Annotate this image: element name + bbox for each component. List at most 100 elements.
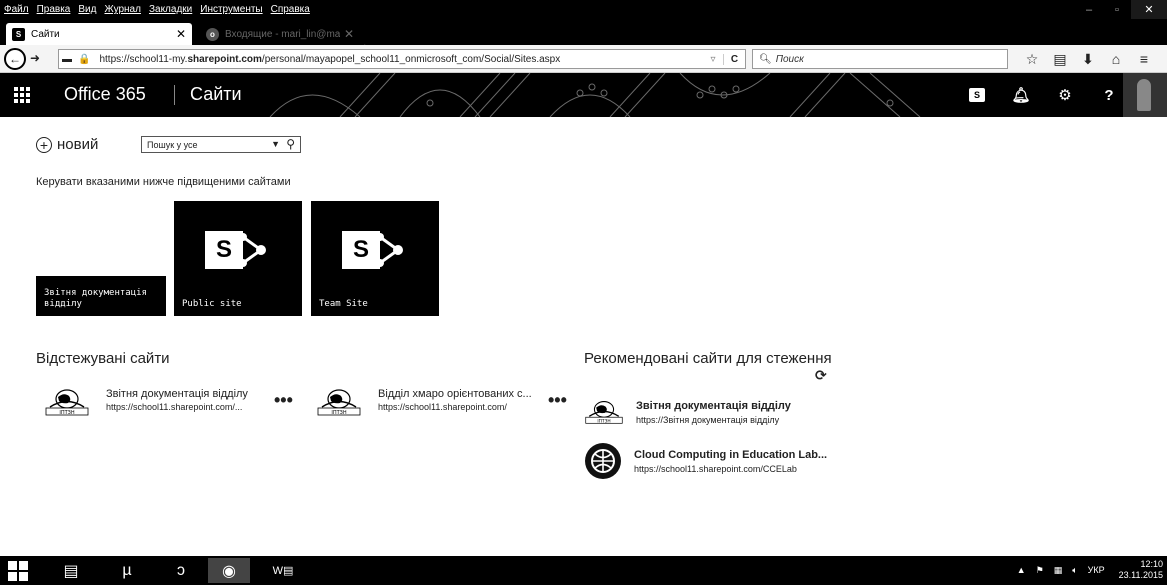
file-explorer-icon[interactable]: ▤ — [50, 558, 92, 583]
tab-title: Входящие - mari_lin@mai... — [225, 28, 340, 40]
site-title[interactable]: Звітня документація відділу — [106, 388, 248, 400]
globe-logo-icon: ІПТЗН — [317, 389, 361, 416]
chevron-down-icon[interactable]: ▼ — [271, 139, 280, 149]
sharepoint-icon[interactable]: S — [955, 83, 999, 107]
tab-sites[interactable]: S Сайти ✕ — [6, 23, 192, 45]
sharepoint-favicon-icon: S — [12, 27, 25, 41]
promoted-tile-team-site[interactable]: S Team Site — [311, 201, 439, 316]
tile-label: Звітня документація відділу — [44, 288, 147, 309]
recommended-site-item[interactable]: Cloud Computing in Education Lab... http… — [584, 442, 827, 480]
site-title[interactable]: Звітня документація відділу — [636, 400, 791, 412]
window-controls: – ▫ ✕ — [1075, 0, 1167, 19]
page-title[interactable]: Сайти — [190, 84, 242, 105]
bookmarks-icon[interactable]: ▬ — [62, 54, 72, 65]
search-placeholder: Пошук у усе — [147, 139, 198, 150]
menu-help[interactable]: Справка — [267, 4, 314, 15]
menu-bar: Файл Правка Вид Журнал Закладки Инструме… — [0, 0, 1167, 19]
site-title[interactable]: Відділ хмаро орієнтованих с... — [378, 388, 532, 400]
app-launcher-icon[interactable] — [14, 87, 30, 103]
browser-search-input[interactable]: 🔍︎ Поиск — [752, 49, 1008, 69]
address-bar[interactable]: ▬ 🔒 https://school11-my.sharepoint.com/p… — [58, 49, 746, 69]
home-icon[interactable]: ⌂ — [1102, 49, 1130, 69]
menu-edit[interactable]: Правка — [33, 4, 75, 15]
suite-bar-icons: S 🔔︎ ⚙ ? — [955, 83, 1131, 107]
url-text: https://school11-my.sharepoint.com/perso… — [99, 53, 561, 65]
search-input[interactable]: Пошук у усе ▼ ⚲ — [141, 136, 301, 153]
site-title[interactable]: Cloud Computing in Education Lab... — [634, 449, 827, 461]
clipboard-icon[interactable]: ▤ — [1046, 49, 1074, 69]
gear-icon[interactable]: ⚙ — [1043, 83, 1087, 107]
download-icon[interactable]: ⬇ — [1074, 49, 1102, 69]
windows-start-icon[interactable] — [8, 561, 28, 581]
tile-label: Public site — [182, 299, 242, 309]
more-options-icon[interactable]: ••• — [274, 390, 293, 411]
menu-view[interactable]: Вид — [74, 4, 100, 15]
site-url: https://school11.sharepoint.com/CCELab — [634, 463, 797, 474]
navigation-bar: ← ➜ ▬ 🔒 https://school11-my.sharepoint.c… — [0, 45, 1167, 73]
reload-icon[interactable]: C — [723, 53, 745, 65]
search-icon[interactable]: ⚲ — [286, 137, 295, 151]
forward-icon[interactable]: ➜ — [30, 51, 40, 65]
bell-icon[interactable]: 🔔︎ — [999, 83, 1043, 107]
tab-bar: S Сайти ✕ o Входящие - mari_lin@mai... ✕… — [0, 19, 1167, 58]
tab-inbox[interactable]: o Входящие - mari_lin@mai... ✕ — [200, 23, 360, 45]
svg-text:ІПТЗН: ІПТЗН — [59, 410, 74, 416]
menu-icon[interactable]: ≡ — [1130, 49, 1158, 69]
network-icon[interactable]: ▦ — [1054, 565, 1063, 576]
plus-circle-icon: + — [36, 136, 52, 153]
site-url: https://school11.sharepoint.com/ — [378, 402, 507, 412]
flag-icon[interactable]: ⚑ — [1036, 565, 1044, 576]
recommended-sites-heading: Рекомендовані сайти для стеження — [584, 350, 832, 367]
word-icon[interactable]: W ▤ — [262, 558, 304, 583]
language-indicator[interactable]: УКР — [1088, 565, 1105, 575]
promoted-tile-reports[interactable]: Звітня документація відділу — [36, 276, 166, 316]
svg-text:ІПТЗН: ІПТЗН — [597, 418, 610, 424]
utorrent-icon[interactable]: µ — [106, 558, 148, 583]
recommended-site-item[interactable]: ІПТЗН Звітня документація відділу https:… — [584, 398, 791, 426]
taskbar: ▤ µ ↄ ◉ W ▤ ▲ ⚑ ▦ 🔈︎ УКР 12:10 23.11.2015 — [0, 556, 1167, 585]
close-tab-icon[interactable]: ✕ — [344, 27, 354, 41]
followed-site-item[interactable]: ІПТЗН Відділ хмаро орієнтованих с... htt… — [316, 388, 532, 416]
close-window-icon[interactable]: ✕ — [1131, 0, 1167, 19]
clock[interactable]: 12:10 23.11.2015 — [1119, 559, 1163, 581]
back-icon[interactable]: ← — [4, 48, 26, 70]
tile-label: Team Site — [319, 299, 368, 309]
lock-icon: 🔒 — [78, 53, 91, 65]
more-options-icon[interactable]: ••• — [548, 390, 567, 411]
refresh-icon[interactable]: ⟳ — [815, 367, 827, 384]
system-tray: ▲ ⚑ ▦ 🔈︎ УКР 12:10 23.11.2015 — [1007, 559, 1163, 581]
search-icon: 🔍︎ — [759, 53, 772, 65]
cloud-lab-logo-icon — [585, 443, 621, 479]
promoted-tile-public-site[interactable]: S Public site — [174, 201, 302, 316]
divider — [174, 85, 175, 105]
toolbar-icons: ☆ ▤ ⬇ ⌂ ≡ — [1018, 49, 1158, 69]
star-icon[interactable]: ☆ — [1018, 49, 1046, 69]
site-url: https://school11.sharepoint.com/... — [106, 402, 243, 412]
tab-title: Сайти — [31, 28, 60, 40]
office-365-title[interactable]: Office 365 — [64, 84, 146, 105]
app-icon[interactable]: ↄ — [160, 558, 202, 583]
menu-tools[interactable]: Инструменты — [196, 4, 266, 15]
menu-history[interactable]: Журнал — [100, 4, 145, 15]
office-suite-bar: Office 365 Сайти S 🔔︎ ⚙ ? — [0, 73, 1167, 117]
chevron-down-icon[interactable]: ▿ — [703, 54, 723, 65]
minimize-icon[interactable]: – — [1075, 0, 1103, 19]
suite-bar-decoration — [269, 73, 921, 117]
followed-site-item[interactable]: ІПТЗН Звітня документація відділу https:… — [44, 388, 248, 416]
promoted-sites-heading: Керувати вказаними нижче підвищеними сай… — [36, 176, 291, 188]
svg-text:ІПТЗН: ІПТЗН — [331, 410, 346, 416]
avatar[interactable] — [1123, 73, 1167, 117]
followed-sites-heading: Відстежувані сайти — [36, 350, 170, 367]
menu-bookmarks[interactable]: Закладки — [145, 4, 196, 15]
menu-file[interactable]: Файл — [0, 4, 33, 15]
new-site-button[interactable]: + новий — [36, 136, 98, 153]
outlook-favicon-icon: o — [206, 27, 219, 41]
maximize-icon[interactable]: ▫ — [1103, 0, 1131, 19]
volume-icon[interactable]: 🔈︎ — [1072, 565, 1077, 576]
new-label: новий — [57, 136, 99, 153]
close-tab-icon[interactable]: ✕ — [176, 27, 186, 41]
chevron-up-icon[interactable]: ▲ — [1017, 565, 1026, 575]
firefox-icon[interactable]: ◉ — [208, 558, 250, 583]
search-placeholder: Поиск — [775, 53, 804, 65]
globe-logo-icon: ІПТЗН — [585, 401, 623, 424]
